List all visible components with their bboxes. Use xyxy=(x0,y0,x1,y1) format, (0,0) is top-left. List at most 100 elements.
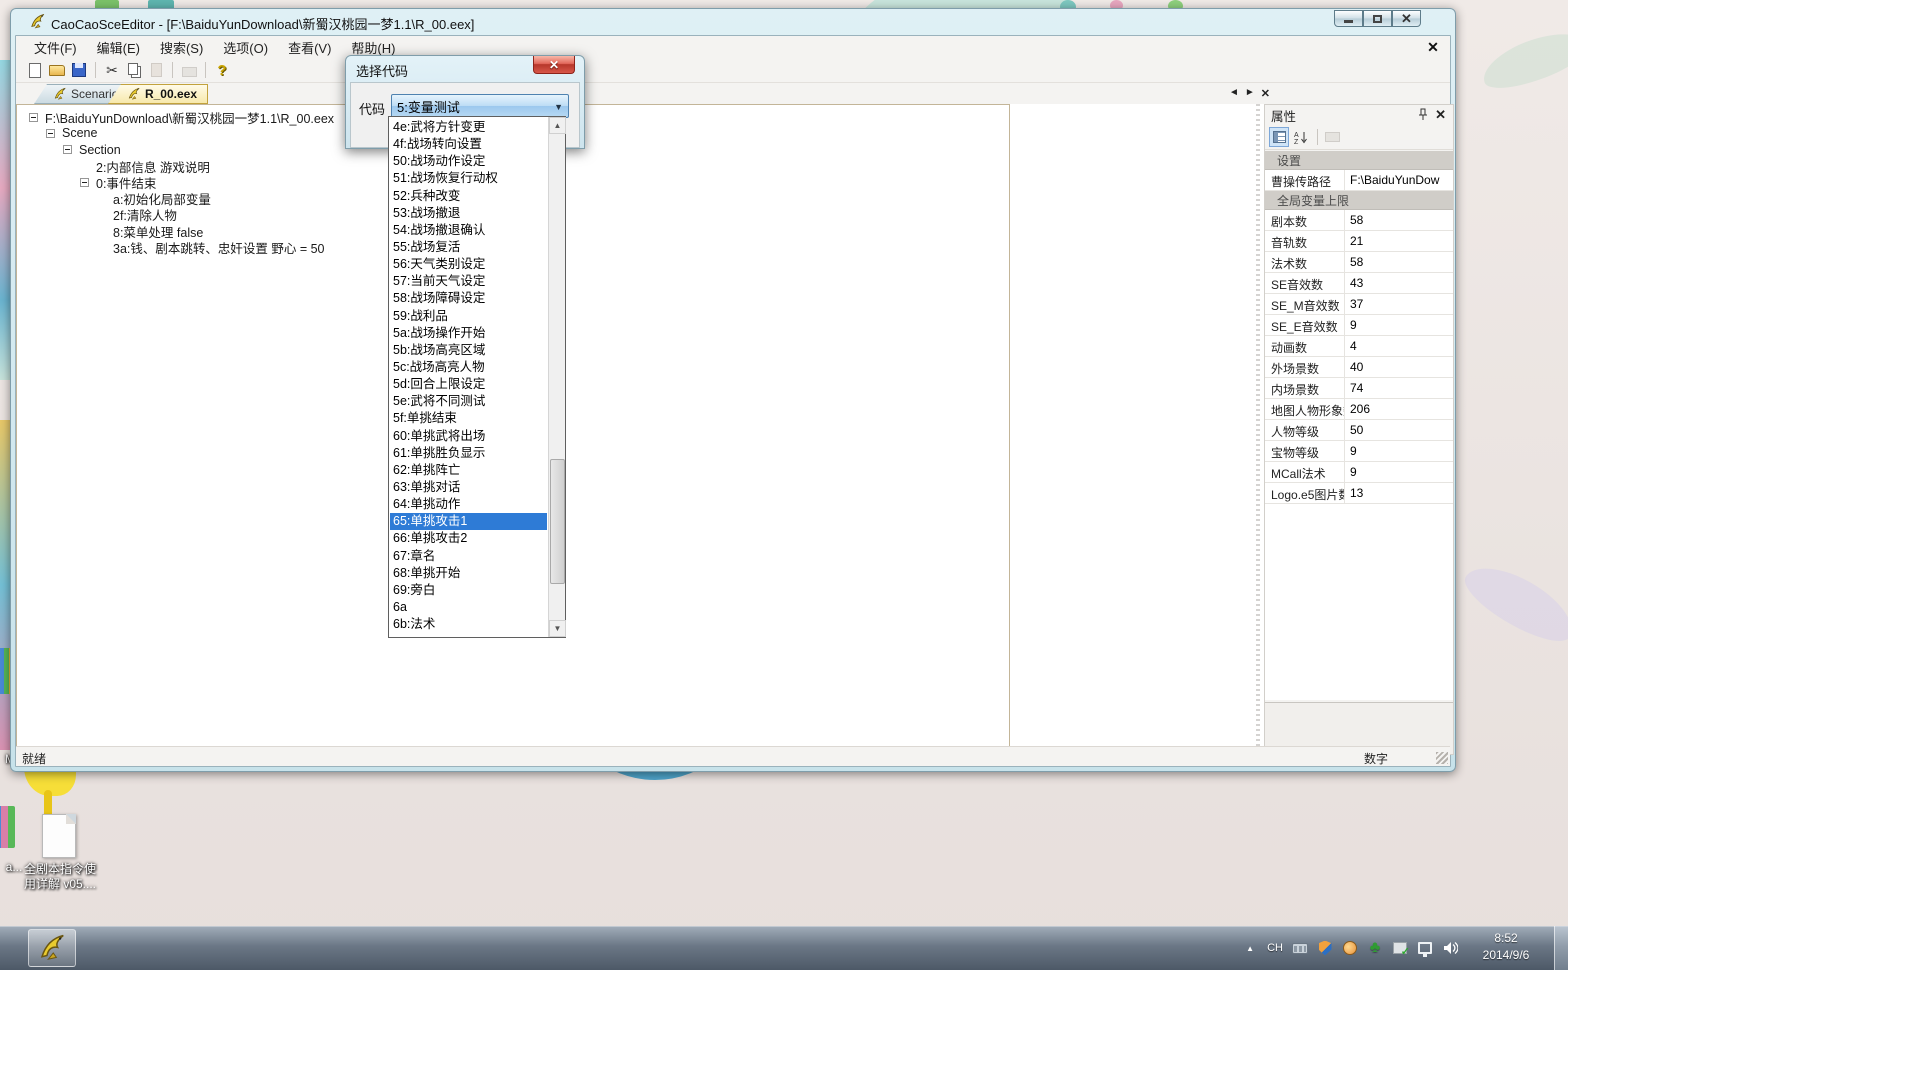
property-pages-button[interactable] xyxy=(1322,127,1342,147)
desktop-icon-label-partial[interactable]: a... xyxy=(2,860,26,874)
menu-item-4[interactable]: 查看(V) xyxy=(278,36,341,59)
desktop-icon-document[interactable] xyxy=(42,814,76,858)
properties-close-icon[interactable]: ✕ xyxy=(1435,107,1446,123)
mdi-close-icon[interactable]: ✕ xyxy=(1424,39,1442,56)
scroll-up-icon[interactable]: ▲ xyxy=(549,117,566,134)
cut-button[interactable]: ✂ xyxy=(103,61,121,79)
tab-prev-icon[interactable]: ◄ xyxy=(1229,87,1239,100)
help-button[interactable]: ? xyxy=(213,61,231,79)
print-button[interactable] xyxy=(180,61,198,79)
tree-node-label[interactable]: Section xyxy=(77,143,123,157)
property-category[interactable]: 设置 xyxy=(1265,151,1453,170)
property-value[interactable]: 37 xyxy=(1345,294,1453,314)
code-list-item-selected[interactable]: 65:单挑攻击1 xyxy=(390,513,547,530)
menu-item-0[interactable]: 文件(F) xyxy=(24,36,87,59)
property-row[interactable]: 外场景数40 xyxy=(1265,357,1453,378)
property-row[interactable]: SE音效数43 xyxy=(1265,273,1453,294)
property-value[interactable]: F:\BaiduYunDow xyxy=(1345,170,1453,190)
property-value[interactable]: 58 xyxy=(1345,252,1453,272)
property-category[interactable]: 全局变量上限 xyxy=(1265,191,1453,210)
code-list-item[interactable]: 57:当前天气设定 xyxy=(390,273,547,290)
property-value[interactable]: 58 xyxy=(1345,210,1453,230)
language-indicator[interactable]: CH xyxy=(1267,942,1283,954)
scrollbar[interactable]: ▲ ▼ xyxy=(548,117,565,637)
property-value[interactable]: 206 xyxy=(1345,399,1453,419)
code-list-item[interactable]: 61:单挑胜负显示 xyxy=(390,445,547,462)
property-value[interactable]: 9 xyxy=(1345,441,1453,461)
code-list-item[interactable]: 64:单挑动作 xyxy=(390,496,547,513)
alphabetical-sort-button[interactable]: AZ xyxy=(1291,127,1311,147)
pin-icon[interactable] xyxy=(1417,108,1429,121)
property-row[interactable]: Logo.e5图片数13 xyxy=(1265,483,1453,504)
scrollbar-thumb[interactable] xyxy=(550,459,565,584)
property-value[interactable]: 9 xyxy=(1345,315,1453,335)
code-list-item[interactable]: 5d:回合上限设定 xyxy=(390,376,547,393)
code-list-item[interactable]: 62:单挑阵亡 xyxy=(390,462,547,479)
code-list-item[interactable]: 68:单挑开始 xyxy=(390,565,547,582)
code-list-item[interactable]: 56:天气类别设定 xyxy=(390,256,547,273)
menu-item-1[interactable]: 编辑(E) xyxy=(87,36,150,59)
paste-button[interactable] xyxy=(147,61,165,79)
open-file-button[interactable] xyxy=(48,61,66,79)
code-list-item[interactable]: 4e:武将方针变更 xyxy=(390,119,547,136)
property-row[interactable]: 剧本数58 xyxy=(1265,210,1453,231)
property-value[interactable]: 21 xyxy=(1345,231,1453,251)
code-list-item[interactable]: 63:单挑对话 xyxy=(390,479,547,496)
desktop-icon-partial[interactable] xyxy=(0,806,15,848)
code-list-item[interactable]: 4f:战场转向设置 xyxy=(390,136,547,153)
minimize-button[interactable] xyxy=(1334,10,1363,27)
code-list-item[interactable]: 6b:法术 xyxy=(390,616,547,633)
code-list-item[interactable]: 51:战场恢复行动权 xyxy=(390,170,547,187)
property-value[interactable]: 40 xyxy=(1345,357,1453,377)
property-row[interactable]: MCall法术9 xyxy=(1265,462,1453,483)
hidden-icons-chevron-icon[interactable]: ▲ xyxy=(1242,940,1258,956)
show-desktop-button[interactable] xyxy=(1554,926,1568,970)
property-row[interactable]: SE_M音效数37 xyxy=(1265,294,1453,315)
code-list-item[interactable]: 5c:战场高亮人物 xyxy=(390,359,547,376)
property-value[interactable]: 74 xyxy=(1345,378,1453,398)
code-list-item[interactable]: 6a xyxy=(390,599,547,616)
property-value[interactable]: 9 xyxy=(1345,462,1453,482)
code-list-item[interactable]: 5f:单挑结束 xyxy=(390,410,547,427)
code-list-item[interactable]: 55:战场复活 xyxy=(390,239,547,256)
tree-collapse-icon[interactable] xyxy=(80,178,89,187)
lucky-clover-icon[interactable]: ♣ xyxy=(1367,940,1383,956)
restore-button[interactable] xyxy=(1363,10,1392,27)
property-row[interactable]: 曹操传路径F:\BaiduYunDow xyxy=(1265,170,1453,191)
property-row[interactable]: 内场景数74 xyxy=(1265,378,1453,399)
tab-next-icon[interactable]: ► xyxy=(1245,87,1255,100)
desktop-icon-label-doc[interactable]: 全剧本指令使 用详解 v05.... xyxy=(20,862,100,892)
copy-button[interactable] xyxy=(125,61,143,79)
property-row[interactable]: SE_E音效数9 xyxy=(1265,315,1453,336)
code-list-item[interactable]: 69:旁白 xyxy=(390,582,547,599)
property-value[interactable]: 50 xyxy=(1345,420,1453,440)
code-list-item[interactable]: 60:单挑武将出场 xyxy=(390,428,547,445)
volume-icon[interactable] xyxy=(1442,940,1458,956)
code-list-item[interactable]: 58:战场障碍设定 xyxy=(390,290,547,307)
code-list-item[interactable]: 67:章名 xyxy=(390,548,547,565)
tree-collapse-icon[interactable] xyxy=(29,113,38,122)
scroll-down-icon[interactable]: ▼ xyxy=(549,620,566,637)
tab-close-icon[interactable]: ✕ xyxy=(1261,87,1270,100)
menu-item-3[interactable]: 选项(O) xyxy=(213,36,278,59)
code-list-item[interactable]: 5b:战场高亮区域 xyxy=(390,342,547,359)
property-row[interactable]: 法术数58 xyxy=(1265,252,1453,273)
code-list-item[interactable]: 50:战场动作设定 xyxy=(390,153,547,170)
title-bar[interactable]: CaoCaoSceEditor - [F:\BaiduYunDownload\新… xyxy=(11,9,1455,35)
code-list-item[interactable]: 59:战利品 xyxy=(390,308,547,325)
tab-r00eex[interactable]: R_00.eex xyxy=(108,84,208,104)
save-button[interactable] xyxy=(70,61,88,79)
tree-collapse-icon[interactable] xyxy=(63,145,72,154)
code-list-item[interactable]: 5e:武将不同测试 xyxy=(390,393,547,410)
network-icon[interactable] xyxy=(1417,940,1433,956)
code-list-item[interactable]: 66:单挑攻击2 xyxy=(390,530,547,547)
code-list-item[interactable]: 54:战场撤退确认 xyxy=(390,222,547,239)
menu-item-2[interactable]: 搜索(S) xyxy=(150,36,213,59)
code-list-item[interactable]: 52:兵种改变 xyxy=(390,188,547,205)
property-row[interactable]: 音轨数21 xyxy=(1265,231,1453,252)
property-value[interactable]: 43 xyxy=(1345,273,1453,293)
new-file-button[interactable] xyxy=(26,61,44,79)
code-list-items[interactable]: 4e:武将方针变更4f:战场转向设置50:战场动作设定51:战场恢复行动权52:… xyxy=(390,119,547,635)
code-list-item[interactable]: 53:战场撤退 xyxy=(390,205,547,222)
property-grid[interactable]: 设置曹操传路径F:\BaiduYunDow全局变量上限剧本数58音轨数21法术数… xyxy=(1265,151,1453,700)
